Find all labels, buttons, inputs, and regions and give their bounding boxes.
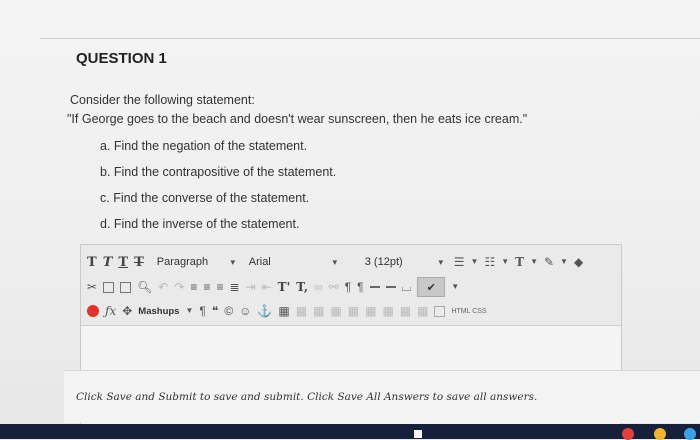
outdent-icon[interactable]: ⇤ [262, 280, 272, 294]
fullscreen-icon[interactable] [434, 305, 446, 317]
mashups-label[interactable]: Mashups [138, 306, 179, 317]
bold-button[interactable]: T [87, 255, 97, 270]
table-props-icon[interactable]: ▦ [400, 304, 411, 318]
font-select-value: Arial [248, 256, 271, 268]
editor-toolbar: T T T T Paragraph ▼ Arial ▼ 3 (12pt) ▼ ☰… [81, 245, 621, 326]
highlight-icon[interactable]: ✎ [544, 255, 554, 269]
indent-icon[interactable]: ⇥ [246, 280, 256, 294]
part-b: b. Find the contrapositive of the statem… [100, 165, 337, 179]
underline-button[interactable]: T [118, 255, 128, 270]
align-left-icon[interactable]: ≡ [190, 280, 197, 294]
copy-icon[interactable] [103, 281, 115, 293]
table-insert-icon[interactable]: ▦ [417, 304, 428, 318]
strikethrough-button[interactable]: T [134, 255, 144, 270]
superscript-button[interactable]: T' [278, 280, 291, 294]
refresh-icon[interactable] [87, 305, 99, 317]
find-icon[interactable]: 🔍︎ [137, 280, 152, 294]
toolbar-row-3: ƒx ✥ Mashups ▼ ¶ ❝ © ☺ ⚓ ▦ ▦ ▦ ▦ ▦ ▦ ▦ ▦… [87, 300, 487, 322]
align-right-icon[interactable]: ≡ [216, 280, 223, 294]
question-intro: Consider the following statement: [70, 93, 255, 107]
table-cell-icon[interactable]: ▦ [330, 304, 341, 318]
quote-icon[interactable]: ❝ [212, 304, 218, 318]
chevron-down-icon[interactable]: ▼ [471, 255, 479, 269]
question-parts: a. Find the negation of the statement. b… [100, 138, 336, 242]
font-select[interactable]: Arial ▼ [246, 253, 342, 271]
chevron-down-icon: ▼ [228, 257, 237, 267]
numbered-list-icon[interactable]: ☷ [484, 255, 495, 269]
chevron-down-icon: ▼ [436, 257, 445, 267]
part-c: c. Find the converse of the statement. [100, 191, 310, 205]
link-icon[interactable]: ∞ [314, 280, 323, 294]
chevron-down-icon[interactable]: ▼ [560, 255, 568, 269]
part-a: a. Find the negation of the statement. [100, 139, 308, 153]
nonbreaking-icon[interactable] [385, 286, 396, 288]
unlink-icon[interactable]: ⚯ [329, 280, 339, 294]
taskbar-app-icon[interactable] [684, 428, 696, 440]
formula-icon[interactable]: ƒx [105, 304, 116, 318]
taskbar-app-icon[interactable] [622, 428, 634, 440]
paragraph-mark-icon[interactable]: ¶ [199, 304, 205, 318]
chevron-down-icon[interactable]: ▼ [185, 304, 193, 318]
table-icon[interactable]: ▦ [278, 304, 289, 318]
taskbar-app-icon[interactable] [654, 428, 666, 440]
question-title: QUESTION 1 [76, 50, 167, 67]
size-select[interactable]: 3 (12pt) ▼ [362, 253, 448, 271]
html-css-button[interactable]: HTML CSS [451, 308, 486, 315]
mashups-icon[interactable]: ✥ [122, 304, 132, 318]
redo-icon[interactable]: ↷ [174, 280, 184, 294]
text-color-icon[interactable]: T [515, 255, 524, 269]
subscript-button[interactable]: T, [296, 280, 308, 294]
italic-button[interactable]: T [103, 255, 113, 270]
table-col-icon[interactable]: ▦ [313, 304, 324, 318]
page: QUESTION 1 Consider the following statem… [0, 0, 700, 440]
footer-panel: Click Save and Submit to save and submit… [64, 370, 700, 423]
hr-icon[interactable] [369, 286, 380, 288]
taskbar [0, 424, 700, 439]
rtl-icon[interactable]: ¶ [357, 280, 363, 294]
taskbar-app-icon[interactable] [414, 430, 422, 438]
page-break-icon[interactable]: ⌴ [402, 280, 412, 294]
table-delete-icon[interactable]: ▦ [382, 304, 393, 318]
paste-icon[interactable] [120, 281, 132, 293]
part-d: d. Find the inverse of the statement. [100, 217, 300, 231]
chevron-down-icon[interactable]: ▼ [451, 280, 459, 294]
undo-icon[interactable]: ↶ [158, 280, 168, 294]
paragraph-select-value: Paragraph [156, 256, 209, 268]
question-text: Consider the following statement: "If Ge… [67, 92, 528, 127]
table-split-icon[interactable]: ▦ [365, 304, 376, 318]
anchor-icon[interactable]: ⚓ [257, 304, 272, 318]
paragraph-select[interactable]: Paragraph ▼ [154, 253, 240, 271]
question-statement: "If George goes to the beach and doesn't… [67, 112, 528, 126]
bullet-list-icon[interactable]: ☰ [454, 255, 465, 269]
ltr-icon[interactable]: ¶ [345, 280, 351, 294]
emoji-icon[interactable]: ☺ [239, 304, 251, 318]
align-center-icon[interactable]: ≡ [203, 280, 210, 294]
divider [40, 38, 700, 39]
spellcheck-icon[interactable]: ◆ [574, 255, 583, 269]
size-select-value: 3 (12pt) [364, 256, 403, 268]
copyright-icon[interactable]: © [224, 304, 233, 318]
table-merge-icon[interactable]: ▦ [348, 304, 359, 318]
toolbar-row-1: T T T T Paragraph ▼ Arial ▼ 3 (12pt) ▼ ☰… [87, 251, 583, 273]
table-row-icon[interactable]: ▦ [296, 304, 307, 318]
footer-instructions: Click Save and Submit to save and submit… [76, 391, 538, 403]
toolbar-row-2: ✂ 🔍︎ ↶ ↷ ≡ ≡ ≡ ≣ ⇥ ⇤ T' T, ∞ ⚯ ¶ ¶ ⌴ ✔ ▼ [87, 276, 459, 298]
chevron-down-icon[interactable]: ▼ [501, 255, 509, 269]
chevron-down-icon[interactable]: ▼ [530, 255, 538, 269]
cut-icon[interactable]: ✂ [87, 280, 97, 294]
justify-icon[interactable]: ≣ [229, 280, 239, 294]
checkbox-icon[interactable]: ✔ [417, 277, 446, 297]
chevron-down-icon: ▼ [330, 257, 339, 267]
